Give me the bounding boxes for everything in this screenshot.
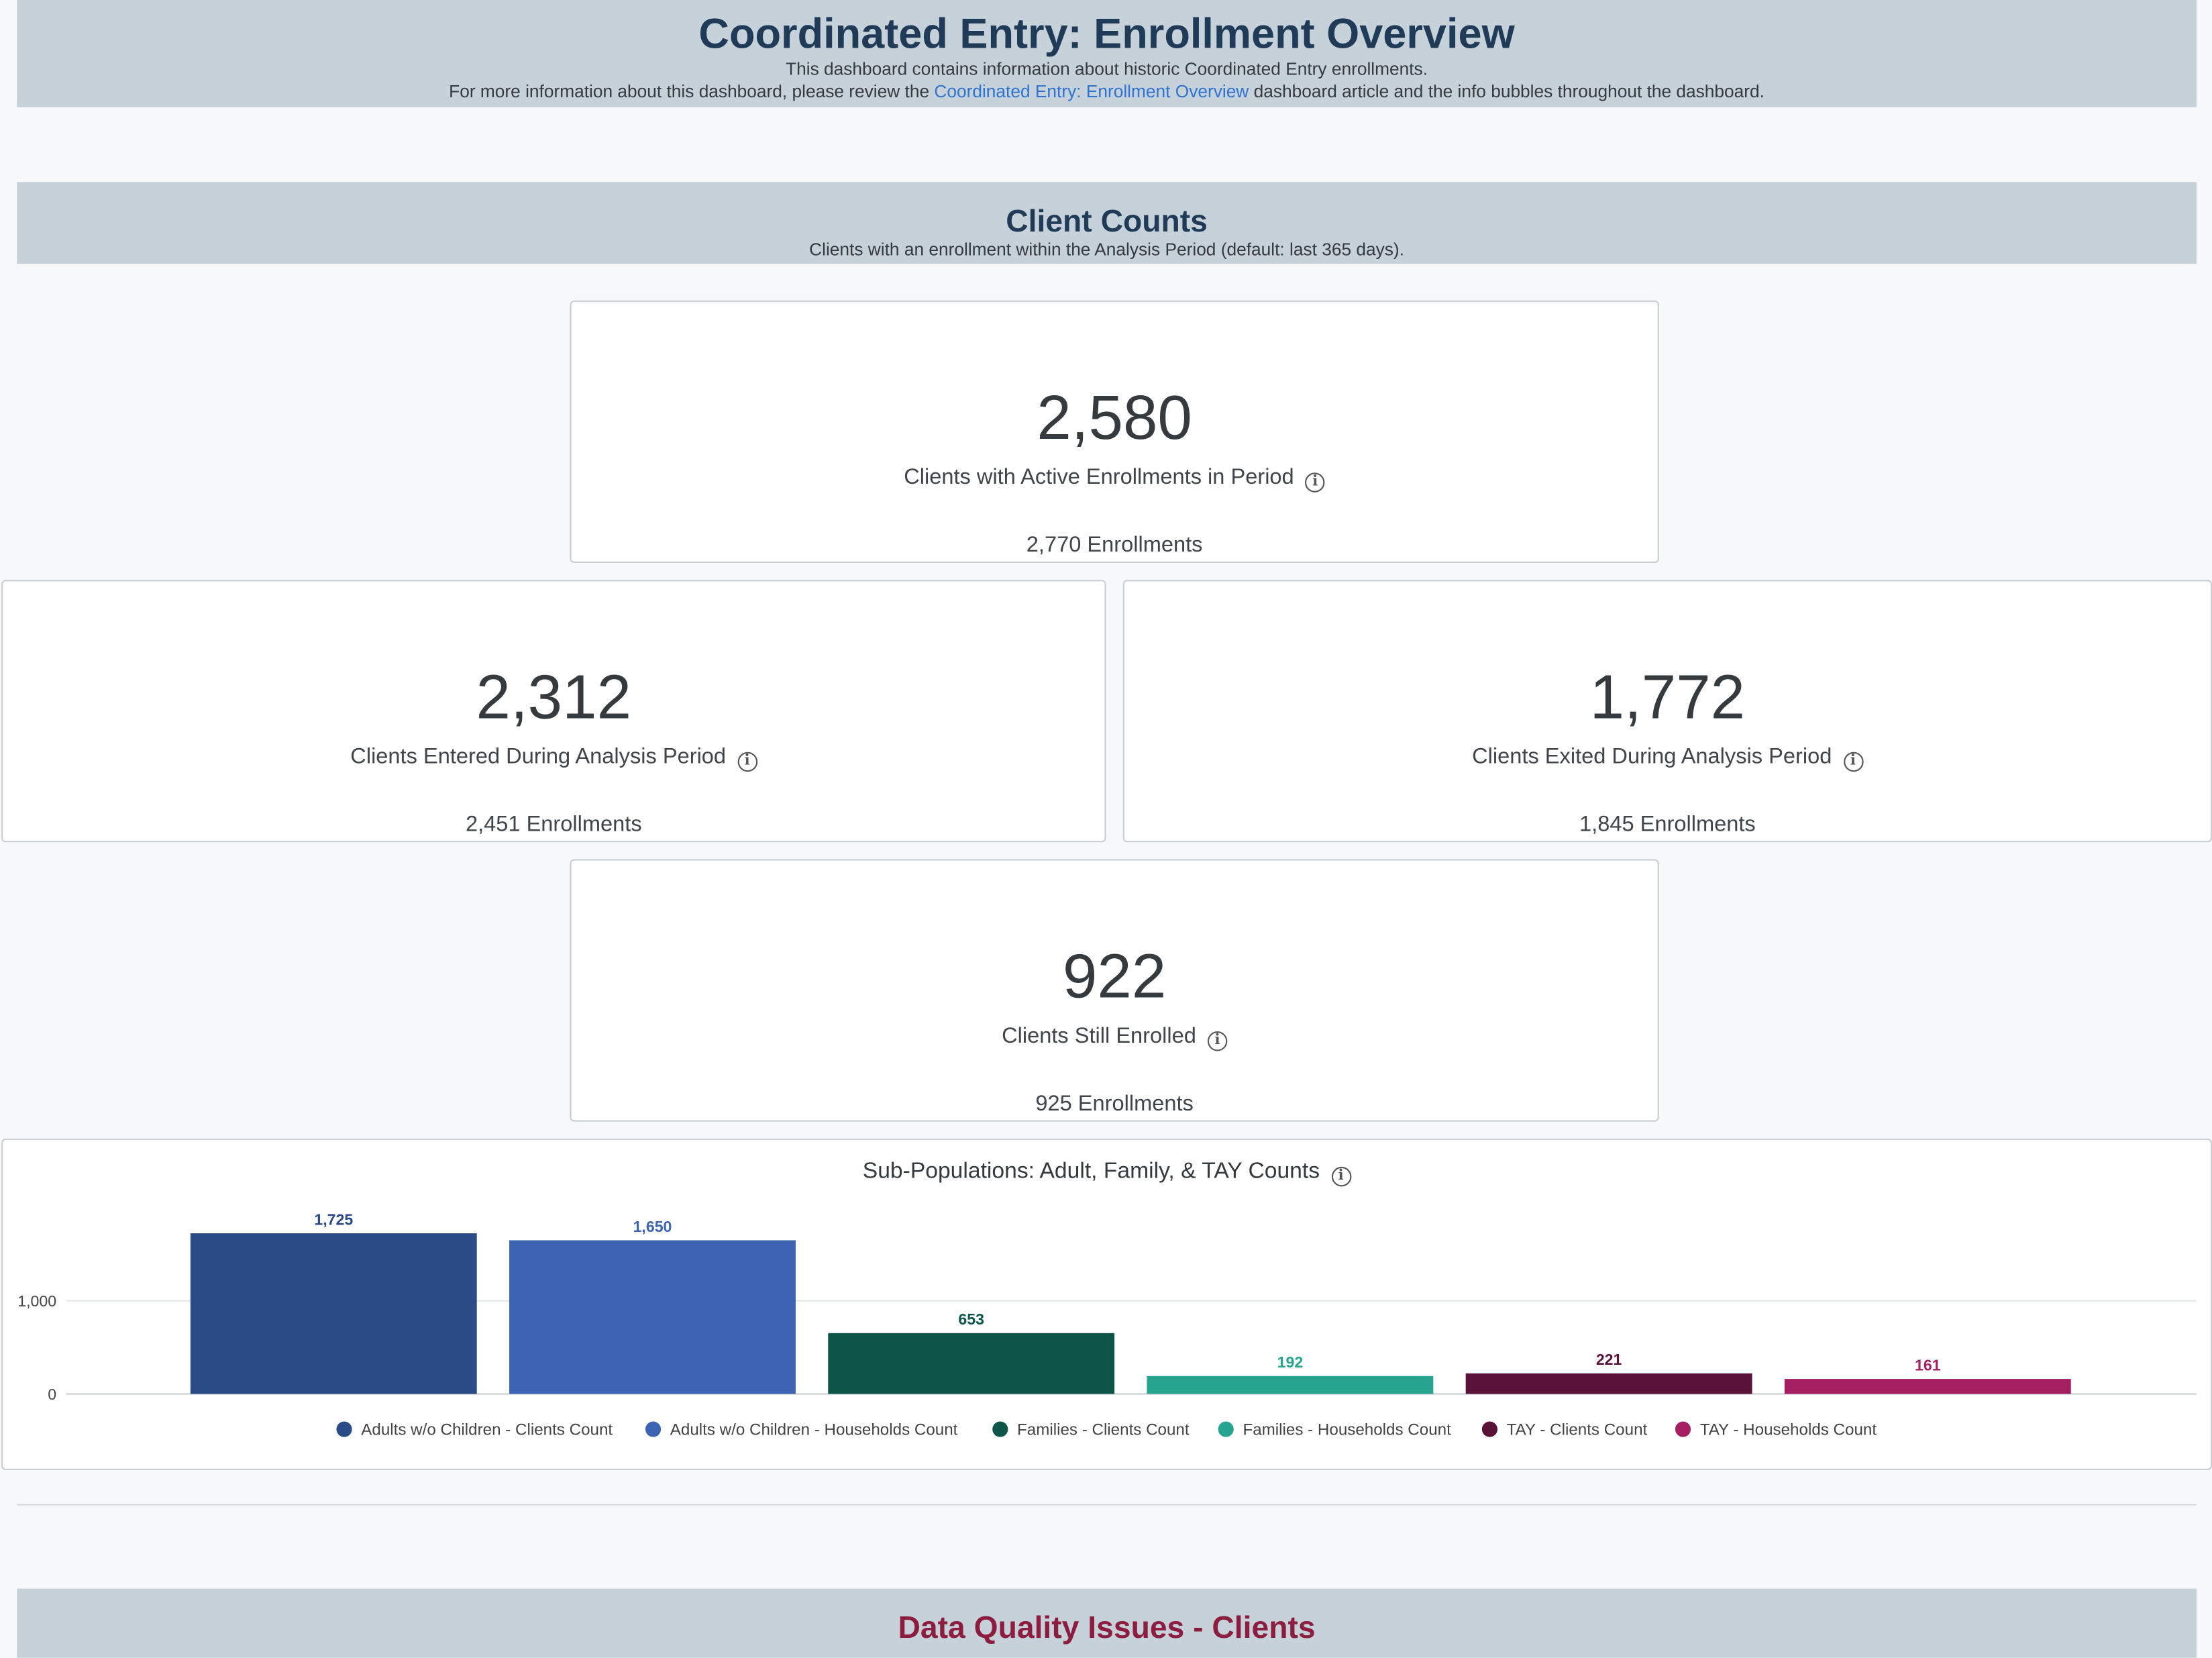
- legend-swatch: [336, 1421, 352, 1437]
- bar-2: [509, 1240, 796, 1394]
- info-icon[interactable]: i: [737, 752, 757, 772]
- exited-clients-value: 1,772: [1589, 663, 1746, 733]
- bar-value-label: 221: [1596, 1351, 1622, 1368]
- legend-item-label: Families - Clients Count: [1017, 1420, 1190, 1439]
- active-enrollments-card: 2,580 Clients with Active Enrollments in…: [570, 300, 1659, 563]
- legend-item-label: Families - Households Count: [1243, 1420, 1451, 1439]
- sub-populations-chart-card: Sub-Populations: Adult, Family, & TAY Co…: [1, 1138, 2212, 1470]
- bar-6: [1784, 1379, 2071, 1394]
- active-clients-label: Clients with Active Enrollments in Perio…: [572, 464, 1658, 493]
- active-enrollments-count: 2,770 Enrollments: [1026, 533, 1203, 558]
- legend-swatch: [1218, 1421, 1234, 1437]
- more-info-suffix: dashboard article and the info bubbles t…: [1249, 81, 1765, 101]
- data-quality-header: Data Quality Issues - Clients: [17, 1588, 2197, 1658]
- page-title: Coordinated Entry: Enrollment Overview: [698, 11, 1515, 58]
- still-enrolled-enrollments-count: 925 Enrollments: [1035, 1092, 1194, 1117]
- legend-swatch: [645, 1421, 662, 1437]
- bar-1: [190, 1233, 477, 1394]
- section-title: Client Counts: [1006, 203, 1208, 239]
- still-enrolled-card: 922 Clients Still Enrolled i 925 Enrollme…: [570, 859, 1659, 1122]
- legend-item-label: TAY - Clients Count: [1507, 1420, 1648, 1439]
- entered-clients-label-text: Clients Entered During Analysis Period: [350, 745, 727, 769]
- info-icon[interactable]: i: [1843, 752, 1863, 772]
- bar-value-label: 192: [1277, 1353, 1304, 1371]
- data-quality-title: Data Quality Issues - Clients: [898, 1610, 1316, 1645]
- entered-enrollments-count: 2,451 Enrollments: [465, 813, 642, 837]
- info-icon[interactable]: i: [1207, 1031, 1228, 1051]
- legend-swatch: [1481, 1421, 1497, 1437]
- header-more-info: For more information about this dashboar…: [17, 81, 2197, 103]
- legend-item-label: Adults w/o Children - Clients Count: [361, 1420, 613, 1439]
- exited-enrollments-count: 1,845 Enrollments: [1579, 813, 1756, 837]
- exited-clients-card: 1,772 Clients Exited During Analysis Per…: [1122, 580, 2212, 843]
- dashboard-page: Coordinated Entry: Enrollment Overview T…: [0, 0, 2212, 1658]
- dashboard-article-link[interactable]: Coordinated Entry: Enrollment Overview: [934, 81, 1249, 101]
- bar-5: [1465, 1373, 1752, 1394]
- legend-swatch: [1675, 1421, 1691, 1437]
- entered-clients-value: 2,312: [476, 663, 632, 733]
- active-clients-value: 2,580: [1037, 383, 1192, 453]
- active-clients-label-text: Clients with Active Enrollments in Perio…: [904, 465, 1294, 490]
- exited-clients-label: Clients Exited During Analysis Period i: [1124, 743, 2211, 772]
- dashboard-header: Coordinated Entry: Enrollment Overview T…: [17, 0, 2197, 107]
- still-enrolled-label-text: Clients Still Enrolled: [1002, 1024, 1196, 1049]
- still-enrolled-label: Clients Still Enrolled i: [572, 1023, 1658, 1051]
- info-icon[interactable]: i: [1305, 472, 1325, 493]
- bar-3: [828, 1333, 1115, 1394]
- bar-4: [1147, 1376, 1434, 1394]
- y-tick-label: 0: [48, 1386, 56, 1403]
- section-divider: [17, 1504, 2197, 1506]
- bar-value-label: 1,725: [314, 1210, 353, 1228]
- entered-clients-card: 2,312 Clients Entered During Analysis Pe…: [1, 580, 1106, 843]
- bar-value-label: 1,650: [633, 1218, 672, 1235]
- legend-item-label: TAY - Households Count: [1700, 1420, 1877, 1439]
- more-info-prefix: For more information about this dashboar…: [449, 81, 935, 101]
- entered-clients-label: Clients Entered During Analysis Period i: [3, 743, 1104, 772]
- bar-value-label: 653: [958, 1310, 984, 1328]
- legend-swatch: [992, 1421, 1008, 1437]
- y-tick-label: 1,000: [17, 1292, 56, 1310]
- legend-item-label: Adults w/o Children - Households Count: [670, 1420, 958, 1439]
- sub-populations-bar-chart: 0 1,000 1,725 1,650 653 192 221 161 Adults w/o C…: [17, 1210, 2197, 1439]
- section-subtitle: Clients with an enrollment within the An…: [809, 240, 1404, 260]
- client-counts-header: Client Counts Clients with an enrollment…: [17, 182, 2197, 264]
- header-description: This dashboard contains information abou…: [786, 59, 1428, 79]
- exited-clients-label-text: Clients Exited During Analysis Period: [1472, 745, 1832, 769]
- bar-value-label: 161: [1915, 1356, 1941, 1374]
- still-enrolled-value: 922: [1062, 942, 1167, 1012]
